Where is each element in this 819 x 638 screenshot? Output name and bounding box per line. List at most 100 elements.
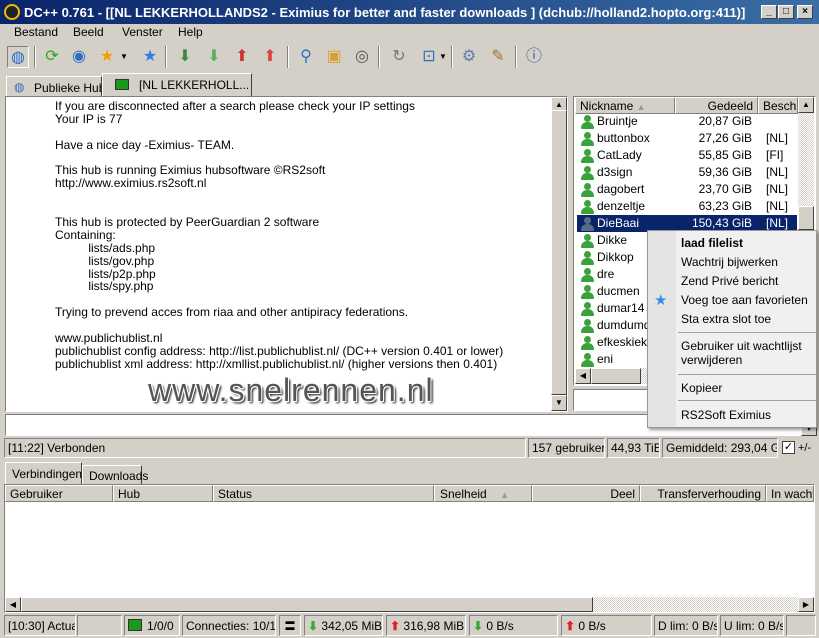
menu-item-voeg-toe-aan-favorieten[interactable]: Voeg toe aan favorieten [681, 293, 813, 307]
menu-help[interactable]: Help [178, 25, 203, 39]
tab-label: Publieke Hubs [34, 81, 112, 95]
user-icon [581, 268, 594, 282]
user-nickname: d3sign [597, 165, 633, 179]
user-filter-input[interactable] [573, 389, 653, 411]
scroll-right-button[interactable]: ▶ [798, 597, 814, 612]
user-nickname: Dikkop [597, 250, 634, 264]
context-menu: laad filelist Wachtrij bijwerken Zend Pr… [647, 230, 817, 428]
public-hubs-globe-icon[interactable]: ◍ [7, 46, 29, 68]
menu-item-rs2soft-eximius[interactable]: RS2Soft Eximius [681, 408, 813, 422]
menu-item-gebruiker-verwijderen[interactable]: Gebruiker uit wachtlijst verwijderen [681, 339, 813, 367]
column-deel[interactable]: Deel [532, 485, 640, 502]
chat-line: lists/ads.php [55, 240, 156, 255]
help-icon[interactable]: ⓘ [523, 46, 545, 68]
user-row[interactable]: buttonbox 27,26 GiB [NL] [577, 130, 797, 147]
minimize-button[interactable]: _ [761, 5, 777, 19]
chat-line [6, 126, 567, 139]
scroll-up-button[interactable]: ▲ [798, 97, 814, 113]
chat-line: publichublist xml address: http://xmllis… [55, 356, 498, 371]
notepad-dropdown-icon[interactable]: ⊡ [418, 46, 440, 68]
chat-line: www.publichublist.nl [55, 331, 163, 346]
download-queue-icon[interactable]: ⬇ [174, 46, 196, 68]
user-row[interactable]: Bruintje 20,87 GiB [577, 113, 797, 130]
tab-verbindingen[interactable]: Verbindingen [5, 462, 82, 485]
upload-queue-icon[interactable]: ⬆ [231, 46, 253, 68]
connect-icon[interactable]: ◉ [68, 46, 90, 68]
column-label: Gedeeld [707, 99, 753, 113]
reconnect-icon[interactable]: ↻ [388, 46, 410, 68]
user-row[interactable]: dagobert 23,70 GiB [NL] [577, 181, 797, 198]
menu-item-laad-filelist[interactable]: laad filelist [681, 236, 813, 250]
finished-downloads-icon[interactable]: ⬇ [203, 46, 225, 68]
hscroll-thumb[interactable] [591, 368, 641, 384]
scroll-left-button[interactable]: ◀ [5, 597, 21, 612]
status-dlim: D lim: 0 B/s [654, 615, 718, 636]
user-shared: 55,85 GiB [698, 148, 752, 162]
column-gebruiker[interactable]: Gebruiker [5, 485, 113, 502]
tab-hub[interactable]: [NL LEKKERHOLL... [102, 73, 252, 97]
scroll-left-button[interactable]: ◀ [575, 368, 591, 384]
user-row[interactable]: d3sign 59,36 GiB [NL] [577, 164, 797, 181]
column-gedeeld[interactable]: Gedeeld [675, 97, 758, 114]
resize-grip[interactable] [786, 615, 816, 636]
dropdown-icon[interactable]: ▼ [119, 46, 129, 68]
column-status[interactable]: Status [213, 485, 434, 502]
tab-downloads[interactable]: Downloads [82, 465, 148, 485]
column-in-wacht[interactable]: In wacht [766, 485, 814, 502]
toolbar-separator [378, 46, 380, 68]
menu-beeld[interactable]: Beeld [73, 25, 104, 39]
column-hub[interactable]: Hub [113, 485, 213, 502]
user-row[interactable]: CatLady 55,85 GiB [FI] [577, 147, 797, 164]
column-nickname[interactable]: Nickname ▲ [575, 97, 675, 114]
search-icon[interactable]: ⚲ [295, 46, 317, 68]
scroll-thumb[interactable] [798, 206, 814, 230]
scroll-thumb[interactable] [551, 110, 567, 395]
close-button[interactable]: × [797, 5, 813, 19]
star-icon[interactable]: ★ [96, 46, 118, 68]
menu-item-kopieer[interactable]: Kopieer [681, 381, 813, 395]
user-shared: 27,26 GiB [698, 131, 752, 145]
transfers-list[interactable] [4, 484, 815, 613]
notepad-icon[interactable]: ✎ [487, 46, 509, 68]
menu-item-sta-extra-slot-toe[interactable]: Sta extra slot toe [681, 312, 813, 326]
slots-spinner[interactable]: ▬ ▬ [279, 615, 301, 636]
refresh-icon[interactable]: ⟳ [41, 46, 63, 68]
status-away [77, 615, 122, 636]
toolbar-separator [34, 46, 36, 68]
hub-status-message: [11:22] Verbonden [4, 438, 526, 458]
user-icon [581, 166, 594, 180]
user-icon [581, 353, 594, 367]
menu-bestand[interactable]: Bestand [14, 25, 58, 39]
finished-uploads-icon[interactable]: ⬆ [259, 46, 281, 68]
user-nickname: ducmen [597, 284, 640, 298]
up-speed-value: 0 B/s [578, 619, 606, 633]
user-icon [581, 132, 594, 146]
scroll-down-button[interactable]: ▼ [551, 395, 567, 411]
menu-item-wachtrij-bijwerken[interactable]: Wachtrij bijwerken [681, 255, 813, 269]
user-nickname: dumar14 [597, 301, 645, 315]
chat-area[interactable]: If you are disconnected after a search p… [5, 96, 568, 412]
favorite-users-icon[interactable]: ★ [139, 46, 161, 68]
user-icon [581, 149, 594, 163]
chat-line: publichublist config address: http://lis… [55, 343, 504, 358]
settings-icon[interactable]: ⚙ [458, 46, 480, 68]
chat-line: lists/spy.php [55, 279, 154, 294]
toolbar-separator [287, 46, 289, 68]
maximize-button[interactable]: □ [778, 5, 794, 19]
menu-item-zend-prive-bericht[interactable]: Zend Privé bericht [681, 274, 813, 288]
user-row[interactable]: denzeltje 63,23 GiB [NL] [577, 198, 797, 215]
download-arrow-icon: ⬇ [308, 619, 319, 633]
chat-line [6, 190, 567, 203]
user-icon [581, 200, 594, 214]
userlist-toggle-checkbox[interactable]: ✓ [782, 441, 795, 454]
star-icon: ★ [654, 292, 668, 309]
column-transferverhouding[interactable]: Transferverhouding [640, 485, 766, 502]
adl-search-icon[interactable]: ◎ [351, 46, 373, 68]
menu-venster[interactable]: Venster [122, 25, 163, 39]
column-snelheid[interactable]: Snelheid ▲ [434, 485, 532, 502]
tab-publieke-hubs[interactable]: ◍ Publieke Hubs [6, 76, 111, 98]
dropdown-icon[interactable]: ▼ [438, 46, 448, 68]
search-spy-icon[interactable]: ▣ [323, 46, 345, 68]
column-beschr[interactable]: Beschr [758, 97, 798, 114]
hscroll-thumb[interactable] [21, 597, 593, 612]
